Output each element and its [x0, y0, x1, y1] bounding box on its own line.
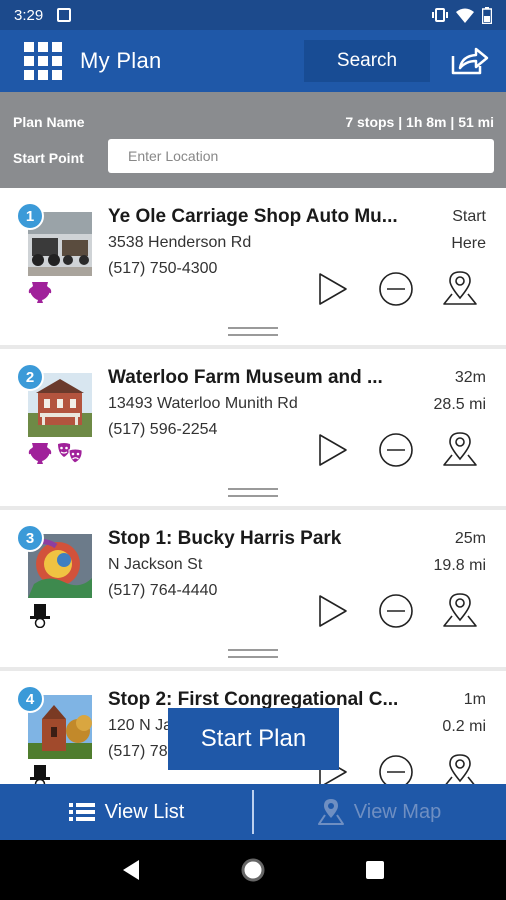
stop-address: 13493 Waterloo Munith Rd	[108, 395, 298, 412]
tab-divider	[252, 790, 254, 834]
remove-stop-button[interactable]	[376, 268, 416, 310]
status-icons	[432, 6, 492, 24]
stop-phone[interactable]: (517) 764-4440	[108, 582, 217, 600]
map-pin-icon	[443, 593, 477, 627]
theater-masks-icon	[58, 443, 83, 464]
stop-address: N Jackson St	[108, 556, 203, 573]
category-icons	[28, 602, 52, 628]
plan-name-label: Plan Name	[13, 114, 85, 130]
stop-card[interactable]: 1 Ye Ole Carriage Shop Auto Mu... 3538 H…	[0, 188, 506, 345]
battery-icon	[482, 6, 492, 24]
stop-distance: 0.2 mi	[442, 718, 486, 735]
tab-view-map-label: View Map	[353, 800, 442, 823]
tab-view-list[interactable]: View List	[0, 784, 253, 840]
stop-card[interactable]: 2 Waterloo Farm Museum and ... 13493 Wat…	[0, 349, 506, 506]
drag-handle[interactable]	[228, 327, 278, 336]
start-point-input[interactable]	[108, 139, 494, 173]
play-button[interactable]	[313, 268, 353, 310]
map-pin-button[interactable]	[440, 590, 480, 632]
drag-handle[interactable]	[228, 488, 278, 497]
top-hat-icon	[30, 765, 50, 784]
remove-stop-button[interactable]	[376, 751, 416, 784]
map-pin-button[interactable]	[440, 751, 480, 784]
stop-number-badge: 1	[16, 202, 44, 230]
stop-address: 3538 Henderson Rd	[108, 234, 252, 251]
stop-distance: Here	[451, 235, 486, 252]
play-icon	[319, 434, 347, 466]
map-pin-icon	[443, 432, 477, 466]
stop-phone[interactable]: (517) 596-2254	[108, 421, 217, 439]
vibrate-icon	[432, 8, 448, 22]
map-pin-icon	[443, 271, 477, 305]
tab-view-list-label: View List	[104, 800, 185, 823]
drag-handle[interactable]	[228, 649, 278, 658]
page-title: My Plan	[80, 48, 162, 73]
stop-drive-time: 1m	[463, 691, 486, 708]
stop-address: 120 N Ja	[108, 717, 173, 734]
category-icons	[28, 441, 84, 467]
home-icon[interactable]	[238, 855, 268, 885]
map-pin-icon	[317, 799, 344, 825]
minus-circle-icon	[379, 433, 413, 467]
category-icons	[28, 763, 52, 784]
minus-circle-icon	[379, 594, 413, 628]
minus-circle-icon	[379, 272, 413, 306]
museum-icon	[28, 282, 52, 303]
app-header: My Plan Search	[0, 30, 506, 92]
play-icon	[319, 273, 347, 305]
start-point-label: Start Point	[13, 150, 84, 166]
stop-drive-time: 32m	[454, 369, 486, 386]
stop-distance: 19.8 mi	[433, 557, 486, 574]
menu-grid-icon[interactable]	[24, 42, 62, 80]
stop-number-badge: 2	[16, 363, 44, 391]
stop-drive-time: Start	[452, 208, 486, 225]
stop-phone[interactable]: (517) 750-4300	[108, 260, 217, 278]
stop-distance: 28.5 mi	[433, 396, 486, 413]
app-screen: 3:29 My Plan Search Plan Name 7 stops | …	[0, 0, 506, 900]
stop-title[interactable]: Waterloo Farm Museum and ...	[108, 367, 420, 389]
stop-card[interactable]: 3 Stop 1: Bucky Harris Park N Jackson St…	[0, 510, 506, 667]
status-time: 3:29	[14, 6, 44, 24]
play-button[interactable]	[313, 429, 353, 471]
top-hat-icon	[30, 604, 50, 628]
image-notification-icon	[57, 8, 72, 22]
map-pin-icon	[445, 754, 475, 784]
map-pin-button[interactable]	[440, 429, 480, 471]
play-icon	[319, 595, 347, 627]
stop-drive-time: 25m	[454, 530, 486, 547]
list-icon	[68, 803, 95, 821]
remove-stop-button[interactable]	[376, 590, 416, 632]
plan-summary: 7 stops | 1h 8m | 51 mi	[345, 114, 494, 130]
recents-icon[interactable]	[360, 855, 390, 885]
category-icons	[28, 280, 52, 306]
remove-stop-button[interactable]	[376, 429, 416, 471]
system-nav-bar	[0, 840, 506, 900]
search-button[interactable]: Search	[304, 40, 430, 82]
share-icon[interactable]	[448, 42, 492, 80]
museum-icon	[28, 443, 52, 464]
minus-circle-icon	[379, 755, 413, 784]
play-button[interactable]	[313, 590, 353, 632]
start-plan-button[interactable]: Start Plan	[168, 708, 339, 770]
stop-title[interactable]: Stop 1: Bucky Harris Park	[108, 528, 420, 550]
plan-info-bar: Plan Name 7 stops | 1h 8m | 51 mi Start …	[0, 92, 506, 188]
tab-view-map[interactable]: View Map	[253, 784, 506, 840]
stop-list[interactable]: 1 Ye Ole Carriage Shop Auto Mu... 3538 H…	[0, 188, 506, 784]
back-icon[interactable]	[116, 855, 146, 885]
status-bar: 3:29	[0, 0, 506, 30]
wifi-icon	[456, 8, 474, 23]
map-pin-button[interactable]	[440, 268, 480, 310]
stop-number-badge: 4	[16, 685, 44, 713]
stop-phone[interactable]: (517) 78	[108, 743, 168, 761]
stop-title[interactable]: Ye Ole Carriage Shop Auto Mu...	[108, 206, 420, 228]
stop-number-badge: 3	[16, 524, 44, 552]
bottom-tab-bar: View List View Map	[0, 784, 506, 840]
